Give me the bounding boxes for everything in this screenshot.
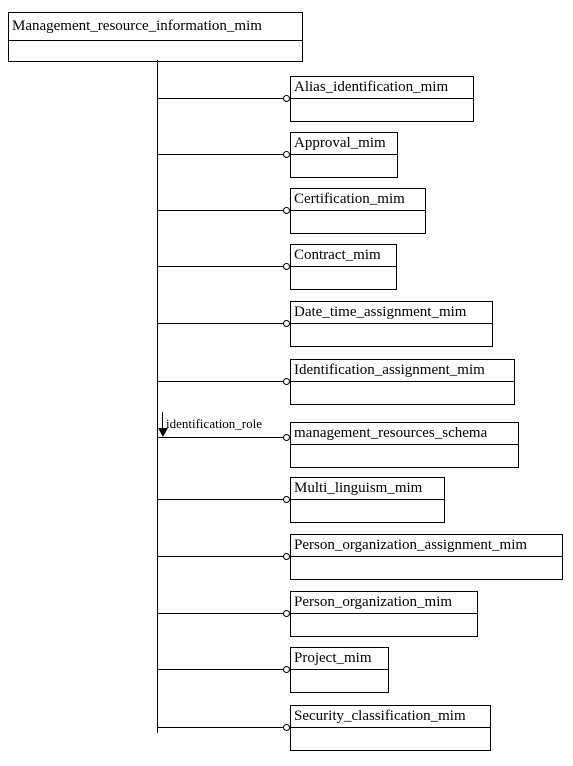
identification-role-arrow-stem (162, 412, 163, 428)
class-box[interactable]: Security_classification_mim (290, 705, 491, 751)
class-box-title: Multi_linguism_mim (291, 478, 444, 500)
class-box-root[interactable]: Management_resource_information_mim (8, 12, 303, 62)
uml-class-diagram: Management_resource_information_mim iden… (0, 0, 573, 766)
aggregation-circle-icon (283, 496, 290, 503)
branch-line (157, 556, 290, 557)
identification-role-label: identification_role (166, 416, 263, 431)
class-box-title: Person_organization_mim (291, 592, 477, 614)
branch-line (157, 98, 290, 99)
branch-line (157, 154, 290, 155)
aggregation-circle-icon (283, 378, 290, 385)
class-box[interactable]: Identification_assignment_mim (290, 359, 515, 405)
branch-line (157, 613, 290, 614)
class-box-title: Project_mim (291, 648, 388, 670)
class-box-title: Security_classification_mim (291, 706, 490, 728)
tree-trunk-line (157, 60, 158, 733)
branch-line (157, 381, 290, 382)
class-box-attributes-compartment (291, 670, 388, 692)
class-box[interactable]: Person_organization_assignment_mim (290, 534, 563, 580)
class-box-title: Approval_mim (291, 133, 397, 155)
aggregation-circle-icon (283, 434, 290, 441)
class-box-attributes-compartment (291, 557, 562, 579)
class-box[interactable]: Date_time_assignment_mim (290, 301, 493, 347)
aggregation-circle-icon (283, 724, 290, 731)
branch-line (157, 210, 290, 211)
branch-line (157, 727, 290, 728)
aggregation-circle-icon (283, 95, 290, 102)
class-box-title: Alias_identification_mim (291, 77, 473, 99)
class-box[interactable]: management_resources_schema (290, 422, 519, 468)
class-box[interactable]: Certification_mim (290, 188, 426, 234)
aggregation-circle-icon (283, 666, 290, 673)
aggregation-circle-icon (283, 263, 290, 270)
aggregation-circle-icon (283, 553, 290, 560)
branch-line (157, 499, 290, 500)
class-box-title: Date_time_assignment_mim (291, 302, 492, 324)
class-box-title: Contract_mim (291, 245, 396, 267)
class-box-title: management_resources_schema (291, 423, 518, 445)
branch-line (157, 437, 290, 438)
class-box-title: Person_organization_assignment_mim (291, 535, 562, 557)
class-box-attributes-compartment (291, 99, 473, 121)
aggregation-circle-icon (283, 151, 290, 158)
class-box[interactable]: Person_organization_mim (290, 591, 478, 637)
class-box[interactable]: Approval_mim (290, 132, 398, 178)
class-box[interactable]: Alias_identification_mim (290, 76, 474, 122)
class-box[interactable]: Multi_linguism_mim (290, 477, 445, 523)
class-box-attributes-compartment (291, 155, 397, 177)
class-box-attributes-compartment (291, 324, 492, 346)
class-box-attributes-compartment (291, 614, 477, 636)
class-box-attributes-compartment (291, 500, 444, 522)
class-box-attributes-compartment (291, 267, 396, 289)
class-box-attributes-compartment (291, 445, 518, 467)
class-box-attributes-compartment (291, 382, 514, 404)
class-box-attributes-compartment (9, 41, 302, 61)
class-box-attributes-compartment (291, 728, 490, 750)
class-box-attributes-compartment (291, 211, 425, 233)
class-box-title: Certification_mim (291, 189, 425, 211)
class-box[interactable]: Contract_mim (290, 244, 397, 290)
class-box[interactable]: Project_mim (290, 647, 389, 693)
aggregation-circle-icon (283, 610, 290, 617)
branch-line (157, 669, 290, 670)
class-box-title: Identification_assignment_mim (291, 360, 514, 382)
class-box-title: Management_resource_information_mim (9, 13, 302, 41)
branch-line (157, 266, 290, 267)
aggregation-circle-icon (283, 207, 290, 214)
aggregation-circle-icon (283, 320, 290, 327)
branch-line (157, 323, 290, 324)
